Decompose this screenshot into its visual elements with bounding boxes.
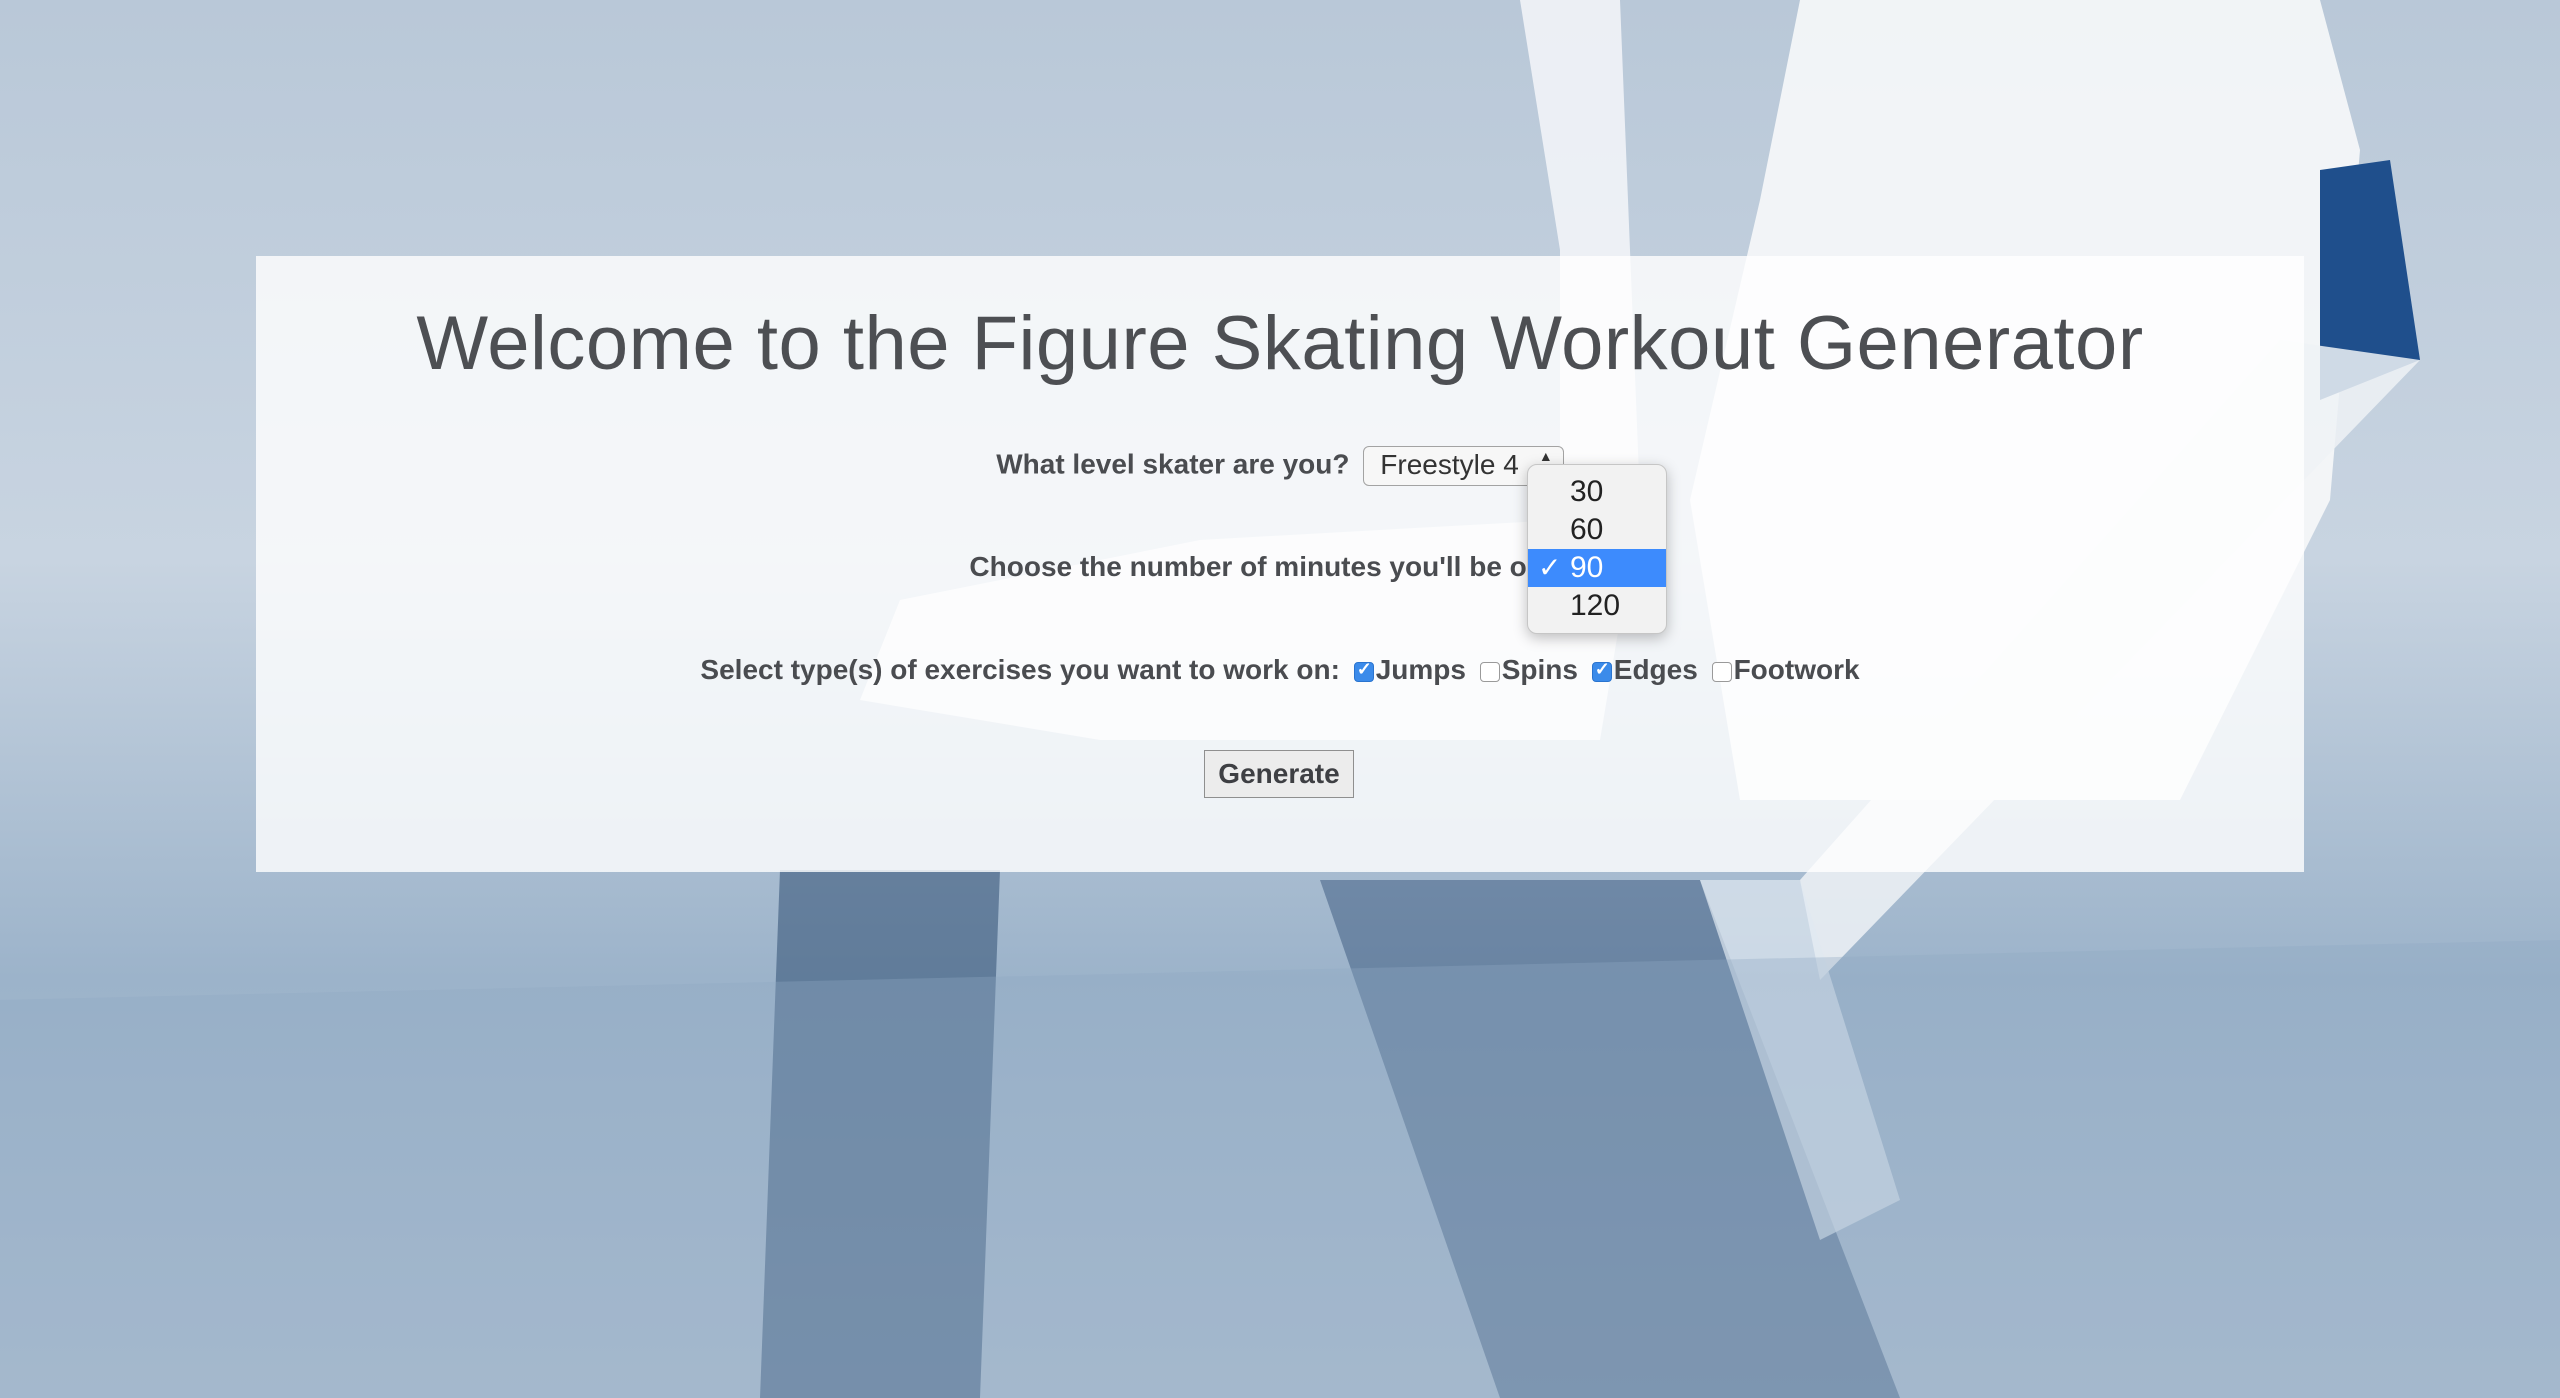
level-select-value: Freestyle 4	[1380, 449, 1519, 480]
footwork-checkbox[interactable]	[1711, 662, 1732, 682]
page-title: Welcome to the Figure Skating Workout Ge…	[416, 301, 2144, 386]
spins-label[interactable]: Spins	[1502, 654, 1578, 685]
minutes-row: Choose the number of minutes you'll be o…	[256, 551, 2304, 583]
minutes-option-90[interactable]: ✓ 90	[1528, 549, 1666, 587]
edges-label[interactable]: Edges	[1614, 654, 1698, 685]
jumps-checkbox[interactable]	[1353, 659, 1374, 682]
footwork-label[interactable]: Footwork	[1734, 654, 1860, 685]
jumps-label[interactable]: Jumps	[1376, 654, 1466, 685]
checkmark-icon: ✓	[1538, 552, 1562, 583]
minutes-option-60[interactable]: 60	[1528, 511, 1666, 549]
level-row: What level skater are you? Freestyle 4 ▲…	[256, 446, 2304, 486]
minutes-option-120[interactable]: 120	[1528, 587, 1666, 625]
edges-checkbox[interactable]	[1591, 659, 1612, 682]
generate-button[interactable]: Generate	[1204, 750, 1354, 798]
exercises-row: Select type(s) of exercises you want to …	[256, 654, 2304, 686]
minutes-option-30[interactable]: 30	[1528, 473, 1666, 511]
level-label: What level skater are you?	[996, 448, 1350, 480]
exercises-label: Select type(s) of exercises you want to …	[700, 654, 1340, 685]
spins-checkbox[interactable]	[1479, 662, 1500, 682]
minutes-label: Choose the number of minutes you'll be o…	[969, 551, 1591, 582]
minutes-dropdown[interactable]: 30 60 ✓ 90 120	[1527, 464, 1667, 634]
generator-panel: Welcome to the Figure Skating Workout Ge…	[256, 256, 2304, 872]
